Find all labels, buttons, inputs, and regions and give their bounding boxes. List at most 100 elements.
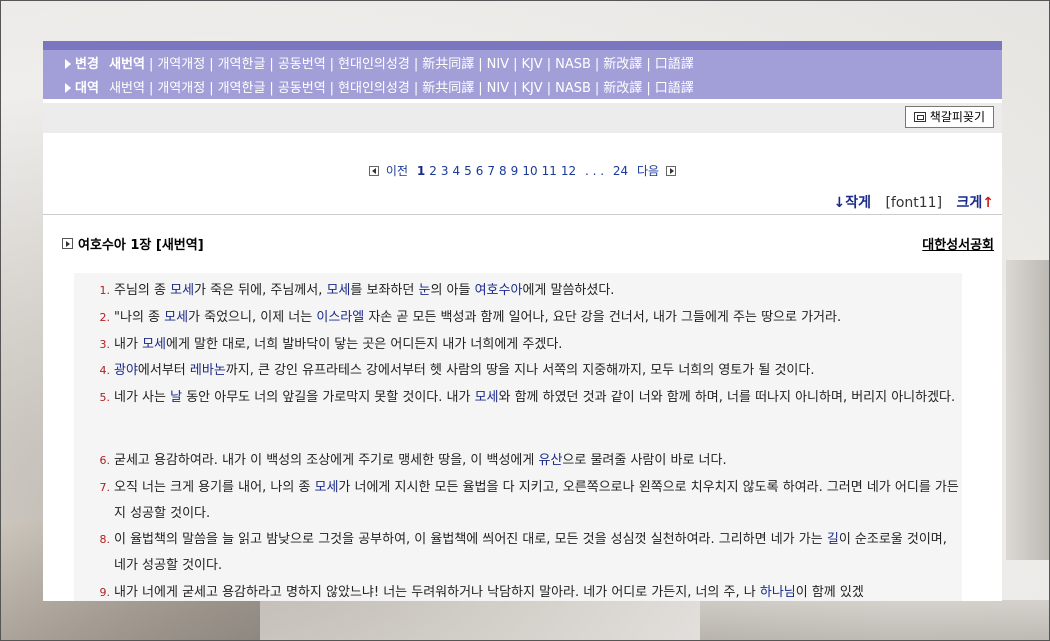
version-link[interactable]: 개역한글 xyxy=(218,57,266,72)
verse-number: 2. xyxy=(99,311,111,324)
version-link[interactable]: 口語譯 xyxy=(655,81,694,96)
bookmark-label: 책갈피꽂기 xyxy=(929,110,985,124)
background-photo-edge xyxy=(1006,260,1050,560)
next-link[interactable]: 다음 xyxy=(637,164,659,178)
dictionary-word-link[interactable]: 모세 xyxy=(164,310,188,325)
verse-number: 7. xyxy=(99,481,111,494)
version-link[interactable]: NASB xyxy=(555,81,591,96)
nav-separator: | xyxy=(209,81,214,96)
page-link[interactable]: 4 xyxy=(452,164,460,178)
version-link[interactable]: 개역개정 xyxy=(157,81,205,96)
version-link[interactable]: NIV xyxy=(487,81,509,96)
version-link[interactable]: NASB xyxy=(555,57,591,72)
pager-ellipsis: . . . xyxy=(584,164,605,178)
page-link[interactable]: 6 xyxy=(476,164,484,178)
page-link[interactable]: 2 xyxy=(429,164,437,178)
verse-number: 4. xyxy=(99,364,111,377)
dictionary-word-link[interactable]: 날 xyxy=(170,390,182,405)
version-link[interactable]: 개역개정 xyxy=(157,57,205,72)
play-box-icon xyxy=(62,238,73,249)
version-link[interactable]: KJV xyxy=(521,81,542,96)
dictionary-word-link[interactable]: 모세 xyxy=(142,337,166,352)
dictionary-word-link[interactable]: 광야 xyxy=(114,363,138,378)
version-link[interactable]: 현대인의성경 xyxy=(338,57,410,72)
prev-link[interactable]: 이전 xyxy=(386,164,408,178)
version-link[interactable]: 新共同譯 xyxy=(422,57,474,72)
version-link[interactable]: 새번역 xyxy=(109,57,145,72)
page-link[interactable]: 10 xyxy=(522,164,537,178)
page-link[interactable]: 1 xyxy=(417,164,425,178)
triangle-icon xyxy=(65,83,71,93)
page-link[interactable]: 12 xyxy=(561,164,576,178)
verse-text: 광야에서부터 레바논까지, 큰 강인 유프라테스 강에서부터 헷 사람의 땅을 … xyxy=(114,363,815,378)
nav-separator: | xyxy=(546,57,552,72)
version-link[interactable]: 공동번역 xyxy=(278,57,326,72)
nav-separator: | xyxy=(413,81,419,96)
nav-category: 변경 xyxy=(75,57,99,72)
verse-text: 내가 모세에게 말한 대로, 너희 발바닥이 닿는 곳은 어디든지 내가 너희에… xyxy=(114,337,563,352)
nav-separator: | xyxy=(594,57,600,72)
version-link[interactable]: 新共同譯 xyxy=(422,81,474,96)
page-link[interactable]: 11 xyxy=(542,164,557,178)
nav-separator: | xyxy=(513,81,518,96)
toolbar: 책갈피꽂기 xyxy=(43,103,1002,133)
dictionary-word-link[interactable]: 눈 xyxy=(418,283,430,298)
bible-reader-panel: 변경 새번역 | 개역개정 | 개역한글 | 공동번역 | 현대인의성경 | 新共同譯 | NIV | KJ… xyxy=(43,41,1002,601)
page-link[interactable]: 5 xyxy=(464,164,472,178)
version-link[interactable]: KJV xyxy=(521,57,542,72)
verse-text: "나의 종 모세가 죽었으니, 이제 너는 이스라엘 자손 곧 모든 백성과 함… xyxy=(114,310,842,325)
version-link[interactable]: 新改譯 xyxy=(603,81,642,96)
page-link[interactable]: 3 xyxy=(441,164,449,178)
dictionary-word-link[interactable]: 길 xyxy=(827,532,839,547)
nav-separator: | xyxy=(209,57,214,72)
dictionary-word-link[interactable]: 레바논 xyxy=(190,363,226,378)
dictionary-word-link[interactable]: 모세 xyxy=(315,480,339,495)
font-bigger-button[interactable]: 크게↑ xyxy=(957,195,995,211)
prev-arrow-icon[interactable] xyxy=(369,166,380,176)
version-link[interactable]: 口語譯 xyxy=(655,57,694,72)
dictionary-word-link[interactable]: 모세 xyxy=(475,390,499,405)
dictionary-word-link[interactable]: 하나님 xyxy=(760,585,796,600)
triangle-icon xyxy=(65,59,71,69)
bookmark-icon xyxy=(913,112,926,122)
version-link[interactable]: 공동번역 xyxy=(278,81,326,96)
dictionary-word-link[interactable]: 모세 xyxy=(326,283,350,298)
next-arrow-icon[interactable] xyxy=(665,166,676,176)
nav-separator: | xyxy=(478,81,483,96)
verse-text: 주님의 종 모세가 죽은 뒤에, 주님께서, 모세를 보좌하던 눈의 아들 여호… xyxy=(114,283,615,298)
nav-separator: | xyxy=(594,81,600,96)
verse-text: 오직 너는 크게 용기를 내어, 나의 종 모세가 너에게 지시한 모든 율법을… xyxy=(114,480,959,521)
verse-text: 이 율법책의 말씀을 늘 읽고 밤낮으로 그것을 공부하여, 이 율법책에 씌어… xyxy=(114,532,947,573)
version-link[interactable]: 개역한글 xyxy=(218,81,266,96)
page-link[interactable]: 9 xyxy=(511,164,519,178)
nav-separator: | xyxy=(646,81,651,96)
nav-separator: | xyxy=(329,81,335,96)
bookmark-button[interactable]: 책갈피꽂기 xyxy=(904,106,994,128)
nav-separator: | xyxy=(329,57,335,72)
dictionary-word-link[interactable]: 모세 xyxy=(170,283,194,298)
dictionary-word-link[interactable]: 이스라엘 xyxy=(316,310,364,325)
version-link[interactable]: 새번역 xyxy=(109,81,145,96)
nav-separator: | xyxy=(646,57,651,72)
verse-number: 8. xyxy=(99,533,111,546)
background-photo-bottom xyxy=(700,600,1050,641)
font-bigger-label: 크게 xyxy=(956,195,983,211)
nav-row-change: 변경 새번역 | 개역개정 | 개역한글 | 공동번역 | 현대인의성경 | 新共同譯 | NIV | KJ… xyxy=(65,53,694,73)
page-link[interactable]: 8 xyxy=(499,164,507,178)
publisher-link[interactable]: 대한성서공회 xyxy=(922,234,994,253)
nav-separator: | xyxy=(269,81,274,96)
nav-separator: | xyxy=(269,57,274,72)
nav-separator: | xyxy=(413,57,419,72)
version-link[interactable]: 현대인의성경 xyxy=(338,81,410,96)
dictionary-word-link[interactable]: 여호수아 xyxy=(475,283,523,298)
verse-number: 5. xyxy=(99,391,111,404)
version-link[interactable]: NIV xyxy=(487,57,509,72)
font-current: [font11] xyxy=(885,195,943,211)
dictionary-word-link[interactable]: 유산 xyxy=(538,453,562,468)
page-link[interactable]: 24 xyxy=(613,164,628,178)
pagination: 이전 1 2 3 4 5 6 7 8 9 10 11 12 . . . 24 다음 xyxy=(43,162,1002,179)
version-link[interactable]: 新改譯 xyxy=(603,57,642,72)
nav-separator: | xyxy=(513,57,518,72)
font-smaller-button[interactable]: ↓작게 xyxy=(833,195,871,211)
page-link[interactable]: 7 xyxy=(487,164,495,178)
